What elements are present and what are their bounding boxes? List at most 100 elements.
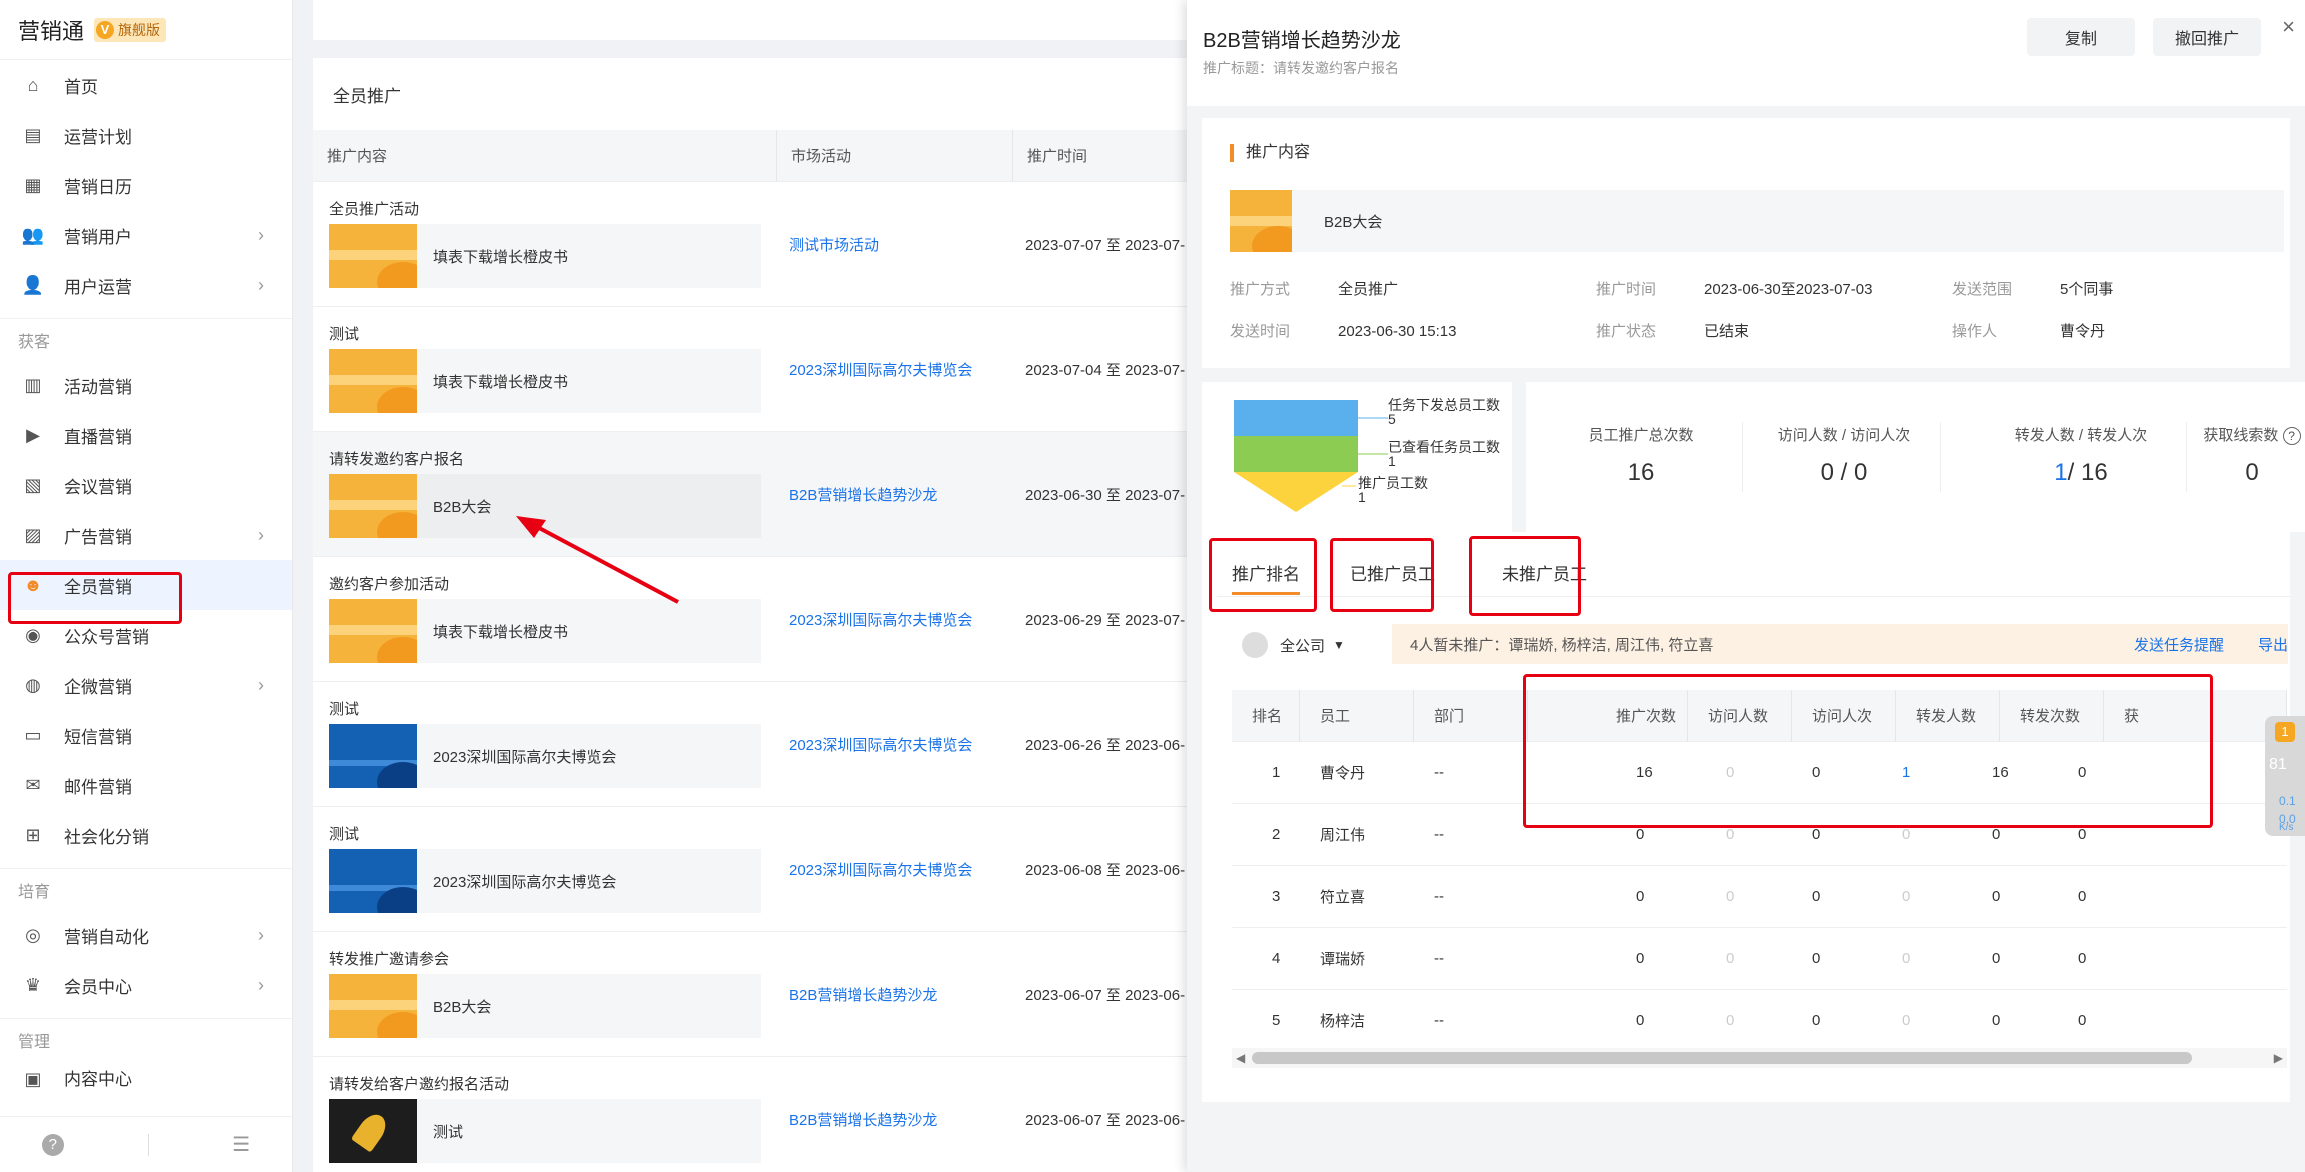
col-header-4: 推广次数 xyxy=(1528,689,1688,742)
export-link[interactable]: 导出 xyxy=(2258,634,2288,655)
company-selector[interactable]: 全公司 ▼ xyxy=(1242,632,1345,658)
sidebar-item-top-0[interactable]: ⌂ 首页 xyxy=(0,60,292,110)
collapse-menu-icon[interactable]: ☰ xyxy=(232,1132,250,1157)
content-name: 2023深圳国际高尔夫博览会 xyxy=(433,748,617,766)
scroll-right-icon[interactable]: ▶ xyxy=(2274,1048,2283,1068)
scroll-thumb[interactable] xyxy=(1252,1052,2192,1064)
copy-button[interactable]: 复制 xyxy=(2027,18,2135,56)
list-item[interactable]: 测试 2023深圳国际高尔夫博览会 2023深圳国际高尔夫博览会 2023-06-26… xyxy=(313,682,1193,807)
table-cell-5: 0 xyxy=(1726,1012,1735,1029)
sidebar-item-label: 企微营销 xyxy=(64,677,132,697)
close-icon[interactable]: × xyxy=(2282,14,2295,40)
help-icon[interactable]: ? xyxy=(41,1133,64,1156)
promotion-content[interactable]: 填表下载增长橙皮书 xyxy=(329,224,761,288)
horizontal-scrollbar[interactable]: ◀ ▶ xyxy=(1232,1048,2287,1068)
send-reminder-link[interactable]: 发送任务提醒 xyxy=(2134,634,2224,655)
promotion-content[interactable]: B2B大会 xyxy=(329,474,761,538)
info-operator: 操作人 曹令丹 xyxy=(1952,323,2106,340)
tab-promoted-staff[interactable]: 已推广员工 xyxy=(1350,560,1435,585)
table-cell-0: 3 xyxy=(1272,888,1281,905)
section-label-guanli: 管理 xyxy=(0,1018,292,1060)
promotion-content[interactable]: 2023深圳国际高尔夫博览会 xyxy=(329,724,761,788)
activity-link[interactable]: 2023深圳国际高尔夫博览会 xyxy=(789,807,972,932)
promotion-list: 全员推广 推广内容 市场活动 推广时间 全员推广活动 填表下载增长橙皮书 测试市场活… xyxy=(313,58,1193,1172)
revoke-button[interactable]: 撤回推广 xyxy=(2153,18,2261,56)
table-cell-2: -- xyxy=(1434,950,1444,967)
promotion-content[interactable]: 测试 xyxy=(329,1099,761,1163)
promotion-content[interactable]: 填表下载增长橙皮书 xyxy=(329,349,761,413)
content-thumbnail xyxy=(329,849,417,913)
promotion-title: 请转发给客户邀约报名活动 xyxy=(329,1076,510,1093)
sidebar-footer: ? ☰ xyxy=(0,1116,292,1172)
activity-link[interactable]: B2B营销增长趋势沙龙 xyxy=(789,932,937,1057)
sidebar-item-label: 用户运营 xyxy=(64,277,132,297)
list-item[interactable]: 测试 2023深圳国际高尔夫博览会 2023深圳国际高尔夫博览会 2023-06-08… xyxy=(313,807,1193,932)
list-item[interactable]: 请转发给客户邀约报名活动 测试 B2B营销增长趋势沙龙 2023-06-07 至 20… xyxy=(313,1057,1193,1172)
section-title: 推广内容 xyxy=(1230,144,1310,162)
network-speed-widget[interactable]: 1 81 0.1 0.0 K/s xyxy=(2265,716,2305,836)
col-header-7: 转发人数 xyxy=(1896,689,2000,742)
help-circle-icon[interactable]: ? xyxy=(2282,427,2301,445)
col-header-9: 获 xyxy=(2104,689,2287,742)
content-thumbnail xyxy=(329,224,417,288)
content-name: B2B大会 xyxy=(433,498,492,516)
tab-ranking[interactable]: 推广排名 xyxy=(1232,560,1300,585)
table-cell-8: 16 xyxy=(1992,764,2009,781)
sidebar-item-huoke-6[interactable]: ◍ 企微营销 › xyxy=(0,660,292,710)
promotion-title: 邀约客户参加活动 xyxy=(329,576,450,593)
sidebar-item-peiyu-0[interactable]: ◎ 营销自动化 › xyxy=(0,910,292,960)
stat-leads: 获取线索数 ? 0 xyxy=(2202,424,2302,487)
tab-unpromoted-staff[interactable]: 未推广员工 xyxy=(1502,560,1587,585)
sidebar-item-huoke-5[interactable]: ◉ 公众号营销 xyxy=(0,610,292,660)
activity-link[interactable]: 2023深圳国际高尔夫博览会 xyxy=(789,307,972,432)
sidebar-item-huoke-4[interactable]: ☻ 全员营销 xyxy=(0,560,292,610)
list-item[interactable]: 请转发邀约客户报名 B2B大会 B2B营销增长趋势沙龙 2023-06-30 至 20… xyxy=(313,432,1193,557)
promotion-title: 全员推广活动 xyxy=(329,201,420,218)
table-cell-6: 0 xyxy=(1812,764,1821,781)
sidebar-item-top-1[interactable]: ▤ 运营计划 xyxy=(0,110,292,160)
activity-link[interactable]: 2023深圳国际高尔夫博览会 xyxy=(789,557,972,682)
list-item[interactable]: 邀约客户参加活动 填表下载增长橙皮书 2023深圳国际高尔夫博览会 2023-06-2… xyxy=(313,557,1193,682)
table-cell-9: 0 xyxy=(2078,888,2087,905)
activity-link[interactable]: B2B营销增长趋势沙龙 xyxy=(789,1057,937,1172)
content-item[interactable]: B2B大会 xyxy=(1230,190,2284,252)
sidebar-item-huoke-1[interactable]: ▶ 直播营销 xyxy=(0,410,292,460)
promotion-time: 2023-06-07 至 2023-06- xyxy=(1025,987,1186,1004)
caret-down-icon: ▼ xyxy=(1333,638,1345,652)
promotion-content[interactable]: 2023深圳国际高尔夫博览会 xyxy=(329,849,761,913)
sidebar-item-huoke-2[interactable]: ▧ 会议营销 xyxy=(0,460,292,510)
promotion-content[interactable]: 填表下载增长橙皮书 xyxy=(329,599,761,663)
sidebar-item-huoke-9[interactable]: ⊞ 社会化分销 xyxy=(0,810,292,860)
list-item[interactable]: 测试 填表下载增长橙皮书 2023深圳国际高尔夫博览会 2023-07-04 至 20… xyxy=(313,307,1193,432)
brand: 营销通 V 旗舰版 xyxy=(0,0,292,60)
sidebar-item-huoke-8[interactable]: ✉ 邮件营销 xyxy=(0,760,292,810)
sidebar-item-huoke-0[interactable]: ▥ 活动营销 xyxy=(0,360,292,410)
col-header-content: 推广内容 xyxy=(313,130,777,181)
col-header-1: 员工 xyxy=(1300,689,1414,742)
promotion-title: 请转发邀约客户报名 xyxy=(329,451,465,468)
content-thumbnail xyxy=(329,974,417,1038)
sidebar-item-huoke-3[interactable]: ▨ 广告营销 › xyxy=(0,510,292,560)
table-cell-5: 0 xyxy=(1726,826,1735,843)
table-cell-8: 0 xyxy=(1992,950,2001,967)
sidebar-item-top-4[interactable]: 👤 用户运营 › xyxy=(0,260,292,310)
activity-link[interactable]: 测试市场活动 xyxy=(789,182,879,307)
user-ops-icon: 👤 xyxy=(21,274,45,295)
scroll-left-icon[interactable]: ◀ xyxy=(1236,1048,1245,1068)
forward-count-link[interactable]: 1 xyxy=(2054,459,2067,486)
sidebar-item-top-2[interactable]: ▦ 营销日历 xyxy=(0,160,292,210)
sidebar-item-top-3[interactable]: 👥 营销用户 › xyxy=(0,210,292,260)
table-cell-7[interactable]: 1 xyxy=(1882,764,1910,781)
sidebar-item-peiyu-1[interactable]: ♛ 会员中心 › xyxy=(0,960,292,1010)
sidebar-item-content-center[interactable]: ▣ 内容中心 xyxy=(0,1060,292,1090)
sidebar-item-huoke-7[interactable]: ▭ 短信营销 xyxy=(0,710,292,760)
list-item[interactable]: 全员推广活动 填表下载增长橙皮书 测试市场活动 2023-07-07 至 2023-0… xyxy=(313,182,1193,307)
activity-link[interactable]: 2023深圳国际高尔夫博览会 xyxy=(789,682,972,807)
content-thumbnail xyxy=(329,349,417,413)
content-thumbnail xyxy=(1230,190,1292,252)
list-item[interactable]: 转发推广邀请参会 B2B大会 B2B营销增长趋势沙龙 2023-06-07 至 202… xyxy=(313,932,1193,1057)
funnel-label-promoted: 推广员工数 1 xyxy=(1358,475,1428,505)
activity-link[interactable]: B2B营销增长趋势沙龙 xyxy=(789,432,937,557)
promotion-content[interactable]: B2B大会 xyxy=(329,974,761,1038)
team-icon: ☻ xyxy=(23,574,43,595)
